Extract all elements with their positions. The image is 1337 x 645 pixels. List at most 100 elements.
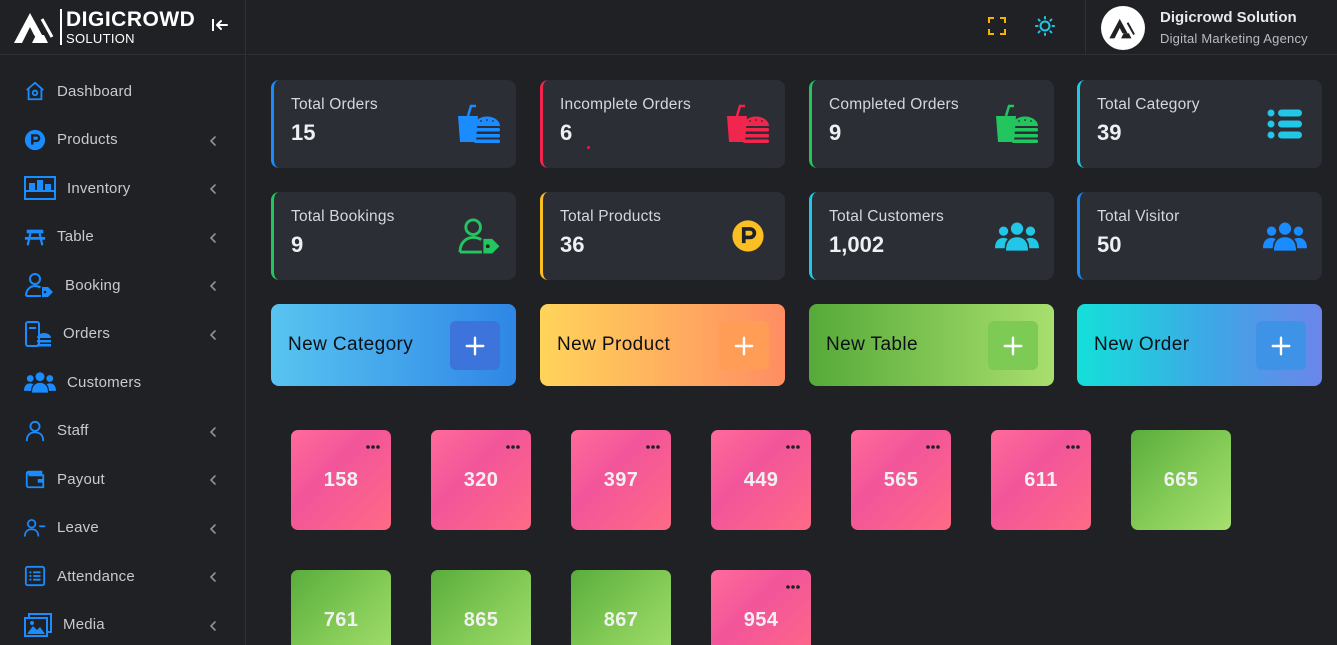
new-order-button[interactable]: New Order [1077, 304, 1322, 386]
wallet-icon [22, 466, 48, 492]
fullscreen-button[interactable] [985, 14, 1009, 38]
sidebar-item-leave[interactable]: Leave [0, 504, 245, 553]
indicator-dot [587, 146, 590, 149]
orders-icon [22, 320, 54, 347]
sun-icon [1035, 16, 1055, 36]
sidebar-item-products[interactable]: Products [0, 116, 245, 165]
sidebar-item-label: Inventory [67, 179, 131, 197]
chevron-left-icon [207, 522, 219, 534]
user-minus-icon [22, 515, 48, 541]
stat-card-total-bookings: Total Bookings 9 [271, 192, 516, 280]
collapse-sidebar-button[interactable] [209, 14, 231, 36]
table-tile[interactable]: 449 [711, 430, 811, 530]
more-dots-icon[interactable] [785, 577, 801, 589]
brand-logo-icon [14, 13, 54, 43]
table-number: 954 [743, 608, 779, 631]
stat-card-completed-orders: Completed Orders 9 [809, 80, 1054, 168]
plus-icon [988, 321, 1038, 370]
table-number: 761 [323, 608, 359, 631]
chevron-left-icon [207, 570, 219, 583]
chevron-left-icon [207, 134, 219, 146]
food-drink-icon [456, 104, 502, 144]
table-number: 449 [743, 468, 779, 491]
chevron-left-icon [207, 328, 219, 340]
table-number: 565 [883, 468, 919, 491]
stat-card-total-customers: Total Customers 1,002 [809, 192, 1054, 280]
sidebar-item-label: Orders [63, 325, 111, 343]
sidebar-item-table[interactable]: Table [0, 213, 245, 262]
action-label: New Category [288, 334, 414, 355]
plus-icon [719, 321, 769, 370]
avatar [1101, 5, 1145, 50]
more-dots-icon[interactable] [1065, 437, 1081, 449]
table-number: 320 [463, 468, 499, 491]
profile-role: Digital Marketing Agency [1160, 31, 1308, 46]
table-number: 665 [1163, 468, 1199, 491]
sidebar-item-attendance[interactable]: Attendance [0, 552, 245, 601]
sidebar-item-label: Products [57, 131, 118, 149]
action-label: New Product [557, 334, 671, 355]
new-category-button[interactable]: New Category [271, 304, 516, 386]
table-tile[interactable]: 761 [291, 570, 391, 645]
fullscreen-icon [988, 17, 1006, 35]
more-dots-icon[interactable] [645, 437, 661, 449]
theme-toggle-button[interactable] [1033, 14, 1057, 38]
table-tile[interactable]: 565 [851, 430, 951, 530]
product-p-icon [725, 216, 771, 256]
sidebar-item-booking[interactable]: Booking [0, 261, 245, 310]
sidebar-item-dashboard[interactable]: Dashboard [0, 67, 245, 116]
users-icon [994, 216, 1040, 256]
sidebar-item-label: Payout [57, 470, 105, 488]
table-tile[interactable]: 611 [991, 430, 1091, 530]
new-table-button[interactable]: New Table [809, 304, 1054, 386]
table-tile[interactable]: 158 [291, 430, 391, 530]
sidebar-item-payout[interactable]: Payout [0, 455, 245, 504]
sidebar-item-staff[interactable]: Staff [0, 407, 245, 456]
picnic-table-icon [22, 224, 48, 250]
sidebar-item-label: Media [63, 616, 105, 634]
user-tag-icon [456, 216, 502, 256]
more-dots-icon[interactable] [505, 437, 521, 449]
more-dots-icon[interactable] [785, 437, 801, 449]
sidebar: DIGICROWD SOLUTION Dashboard Products Inve… [0, 0, 246, 645]
sidebar-item-media[interactable]: Media [0, 601, 245, 645]
action-label: New Order [1094, 334, 1190, 355]
chevron-left-icon [207, 279, 219, 292]
plus-icon [1256, 321, 1306, 370]
more-dots-icon[interactable] [365, 437, 381, 449]
table-tile[interactable]: 954 [711, 570, 811, 645]
topbar: Digicrowd Solution Digital Marketing Age… [247, 0, 1337, 55]
more-dots-icon[interactable] [925, 437, 941, 449]
table-tile[interactable]: 320 [431, 430, 531, 530]
sidebar-item-inventory[interactable]: Inventory [0, 164, 245, 213]
action-label: New Table [826, 334, 918, 355]
users-icon [22, 369, 58, 395]
stat-card-total-visitor: Total Visitor 50 [1077, 192, 1322, 280]
chevron-left-icon [207, 473, 219, 486]
table-number: 158 [323, 468, 359, 491]
table-tile[interactable]: 665 [1131, 430, 1231, 530]
collapse-left-icon [212, 19, 228, 31]
sidebar-item-label: Dashboard [57, 82, 133, 100]
stat-card-total-products: Total Products 36 [540, 192, 785, 280]
profile-menu[interactable]: Digicrowd Solution Digital Marketing Age… [1085, 0, 1337, 55]
table-tile[interactable]: 865 [431, 570, 531, 645]
new-product-button[interactable]: New Product [540, 304, 785, 386]
table-number: 397 [603, 468, 639, 491]
sidebar-item-customers[interactable]: Customers [0, 358, 245, 407]
plus-icon [450, 321, 500, 370]
stat-card-total-orders: Total Orders 15 [271, 80, 516, 168]
profile-name: Digicrowd Solution [1160, 9, 1297, 26]
app: DIGICROWD SOLUTION Dashboard Products Inve… [0, 0, 1337, 645]
brand-subtitle: SOLUTION [66, 31, 135, 46]
table-number: 611 [1024, 468, 1058, 491]
inventory-icon [22, 175, 58, 201]
product-p-icon [22, 127, 48, 153]
sidebar-item-label: Staff [57, 422, 89, 440]
chevron-left-icon [207, 619, 219, 631]
food-drink-icon [725, 104, 771, 144]
sidebar-nav: Dashboard Products Inventory Table Booking Or… [0, 55, 245, 645]
table-tile[interactable]: 397 [571, 430, 671, 530]
sidebar-item-orders[interactable]: Orders [0, 310, 245, 359]
table-tile[interactable]: 867 [571, 570, 671, 645]
